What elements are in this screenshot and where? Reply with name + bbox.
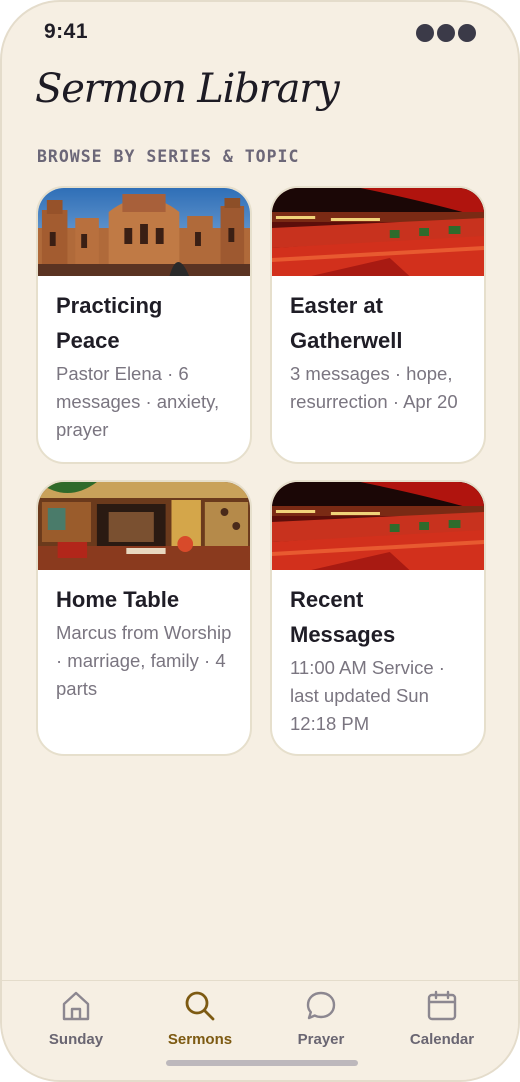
series-card-home-table[interactable]: Home Table Marcus from Worship · marriag… bbox=[36, 480, 252, 756]
calendar-icon bbox=[427, 990, 457, 1021]
tab-sermons[interactable]: Sermons bbox=[140, 989, 260, 1048]
status-time: 9:41 bbox=[44, 20, 89, 43]
tab-label: Calendar bbox=[409, 1031, 475, 1048]
home-icon bbox=[62, 991, 90, 1021]
card-title: Home Table bbox=[56, 587, 180, 612]
card-title: Recent Messages bbox=[290, 587, 396, 647]
card-title: Easter at Gatherwell bbox=[290, 293, 403, 353]
more-options-icon[interactable] bbox=[416, 24, 476, 42]
page-title: Sermon Library bbox=[35, 66, 340, 112]
home-indicator[interactable] bbox=[166, 1060, 358, 1066]
series-card-easter-at-gatherwell[interactable]: Easter at Gatherwell 3 messages · hope, … bbox=[270, 186, 486, 464]
ornate-palace-photo bbox=[38, 188, 250, 276]
status-dot bbox=[458, 24, 476, 42]
card-meta: Marcus from Worship · marriage, family ·… bbox=[56, 622, 232, 699]
card-meta: 11:00 AM Service · last updated Sun 12:1… bbox=[290, 657, 445, 734]
tab-label: Sunday bbox=[48, 1031, 104, 1048]
card-title: Practicing Peace bbox=[56, 293, 163, 353]
tab-prayer[interactable]: Prayer bbox=[261, 989, 381, 1048]
card-meta: 3 messages · hope, resurrection · Apr 20 bbox=[290, 363, 458, 412]
restaurant-interior-photo bbox=[38, 482, 250, 570]
tab-calendar[interactable]: Calendar bbox=[382, 989, 502, 1048]
tab-label: Prayer bbox=[297, 1031, 345, 1048]
church-auditorium-photo bbox=[272, 188, 484, 276]
section-label: BROWSE BY SERIES & TOPIC bbox=[37, 147, 300, 166]
series-card-recent-messages[interactable]: Recent Messages 11:00 AM Service · last … bbox=[270, 480, 486, 756]
chat-bubble-icon bbox=[306, 991, 336, 1020]
phone-frame: 9:41 Sermon Library BROWSE BY SERIES & T… bbox=[0, 0, 520, 1082]
series-card-practicing-peace[interactable]: Practicing Peace Pastor Elena · 6 messag… bbox=[36, 186, 252, 464]
card-meta: Pastor Elena · 6 messages · anxiety, pra… bbox=[56, 363, 220, 440]
search-icon bbox=[185, 991, 215, 1021]
status-dot bbox=[416, 24, 434, 42]
tab-label: Sermons bbox=[167, 1031, 233, 1048]
church-auditorium-photo bbox=[272, 482, 484, 570]
status-dot bbox=[437, 24, 455, 42]
tab-sunday[interactable]: Sunday bbox=[16, 989, 136, 1048]
